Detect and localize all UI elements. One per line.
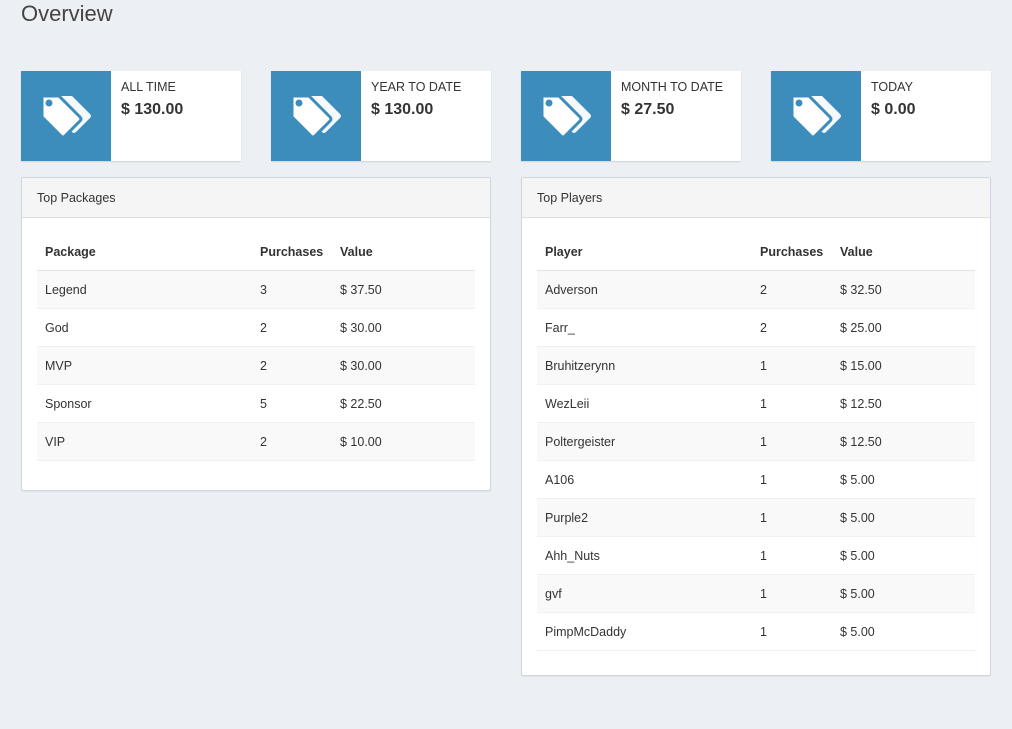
purchase-count: 2 xyxy=(752,308,832,347)
player-name: WezLeii xyxy=(537,384,752,423)
column-header-purchases: Purchases xyxy=(752,233,832,271)
column-header-player: Player xyxy=(537,233,752,271)
purchase-count: 2 xyxy=(252,308,332,347)
value-amount: $ 30.00 xyxy=(332,308,475,347)
stat-box-all-time: ALL TIME $ 130.00 xyxy=(21,71,241,161)
player-name: A106 xyxy=(537,460,752,499)
value-amount: $ 37.50 xyxy=(332,270,475,309)
value-amount: $ 5.00 xyxy=(832,574,975,613)
package-name: Legend xyxy=(37,270,252,309)
table-row: MVP 2 $ 30.00 xyxy=(37,346,475,385)
purchase-count: 1 xyxy=(752,498,832,537)
stat-label: YEAR TO DATE xyxy=(371,80,462,94)
value-amount: $ 5.00 xyxy=(832,536,975,575)
value-amount: $ 12.50 xyxy=(832,384,975,423)
stat-label: TODAY xyxy=(871,80,913,94)
purchase-count: 2 xyxy=(752,270,832,309)
table-row: VIP 2 $ 10.00 xyxy=(37,422,475,461)
top-players-table: Player Purchases Value Adverson 2 $ 32.5… xyxy=(537,233,975,651)
column-header-package: Package xyxy=(37,233,252,271)
stat-value: $ 130.00 xyxy=(121,101,184,118)
purchase-count: 1 xyxy=(752,422,832,461)
column-header-value: Value xyxy=(332,233,475,271)
value-amount: $ 22.50 xyxy=(332,384,475,423)
table-row: Bruhitzerynn 1 $ 15.00 xyxy=(537,346,975,385)
value-amount: $ 25.00 xyxy=(832,308,975,347)
table-row: A106 1 $ 5.00 xyxy=(537,460,975,499)
player-name: PimpMcDaddy xyxy=(537,612,752,651)
purchase-count: 3 xyxy=(252,270,332,309)
stat-value: $ 27.50 xyxy=(621,101,675,118)
tags-icon xyxy=(521,71,611,161)
top-packages-table: Package Purchases Value Legend 3 $ 37.50… xyxy=(37,233,475,461)
table-row: Purple2 1 $ 5.00 xyxy=(537,498,975,537)
package-name: VIP xyxy=(37,422,252,461)
purchase-count: 1 xyxy=(752,536,832,575)
stat-box-today: TODAY $ 0.00 xyxy=(771,71,991,161)
player-name: Poltergeister xyxy=(537,422,752,461)
value-amount: $ 5.00 xyxy=(832,612,975,651)
purchase-count: 1 xyxy=(752,346,832,385)
value-amount: $ 5.00 xyxy=(832,498,975,537)
value-amount: $ 12.50 xyxy=(832,422,975,461)
table-row: Ahh_Nuts 1 $ 5.00 xyxy=(537,536,975,575)
purchase-count: 1 xyxy=(752,460,832,499)
player-name: Purple2 xyxy=(537,498,752,537)
player-name: gvf xyxy=(537,574,752,613)
tags-icon xyxy=(21,71,111,161)
value-amount: $ 30.00 xyxy=(332,346,475,385)
stat-box-year-to-date: YEAR TO DATE $ 130.00 xyxy=(271,71,491,161)
stat-value: $ 0.00 xyxy=(871,101,916,118)
table-header-row: Package Purchases Value xyxy=(37,233,475,271)
purchase-count: 1 xyxy=(752,384,832,423)
value-amount: $ 5.00 xyxy=(832,460,975,499)
value-amount: $ 15.00 xyxy=(832,346,975,385)
package-name: MVP xyxy=(37,346,252,385)
tags-icon xyxy=(271,71,361,161)
table-row: God 2 $ 30.00 xyxy=(37,308,475,347)
panel-title: Top Packages xyxy=(22,178,490,218)
page-title: Overview xyxy=(21,1,113,26)
table-row: Poltergeister 1 $ 12.50 xyxy=(537,422,975,461)
table-header-row: Player Purchases Value xyxy=(537,233,975,271)
table-row: Adverson 2 $ 32.50 xyxy=(537,270,975,309)
purchase-count: 1 xyxy=(752,574,832,613)
player-name: Ahh_Nuts xyxy=(537,536,752,575)
table-row: Sponsor 5 $ 22.50 xyxy=(37,384,475,423)
package-name: God xyxy=(37,308,252,347)
purchase-count: 5 xyxy=(252,384,332,423)
table-row: PimpMcDaddy 1 $ 5.00 xyxy=(537,612,975,651)
player-name: Farr_ xyxy=(537,308,752,347)
tags-icon xyxy=(771,71,861,161)
stat-value: $ 130.00 xyxy=(371,101,434,118)
value-amount: $ 32.50 xyxy=(832,270,975,309)
player-name: Bruhitzerynn xyxy=(537,346,752,385)
table-row: Farr_ 2 $ 25.00 xyxy=(537,308,975,347)
stat-label: MONTH TO DATE xyxy=(621,80,724,94)
player-name: Adverson xyxy=(537,270,752,309)
purchase-count: 1 xyxy=(752,612,832,651)
purchase-count: 2 xyxy=(252,346,332,385)
purchase-count: 2 xyxy=(252,422,332,461)
table-row: Legend 3 $ 37.50 xyxy=(37,270,475,309)
value-amount: $ 10.00 xyxy=(332,422,475,461)
stat-label: ALL TIME xyxy=(121,80,176,94)
package-name: Sponsor xyxy=(37,384,252,423)
table-row: gvf 1 $ 5.00 xyxy=(537,574,975,613)
stat-box-month-to-date: MONTH TO DATE $ 27.50 xyxy=(521,71,741,161)
top-packages-panel: Top Packages Package Purchases Value Leg… xyxy=(21,177,491,491)
table-row: WezLeii 1 $ 12.50 xyxy=(537,384,975,423)
column-header-value: Value xyxy=(832,233,975,271)
column-header-purchases: Purchases xyxy=(252,233,332,271)
top-players-panel: Top Players Player Purchases Value Adver… xyxy=(521,177,991,676)
panel-title: Top Players xyxy=(522,178,990,218)
